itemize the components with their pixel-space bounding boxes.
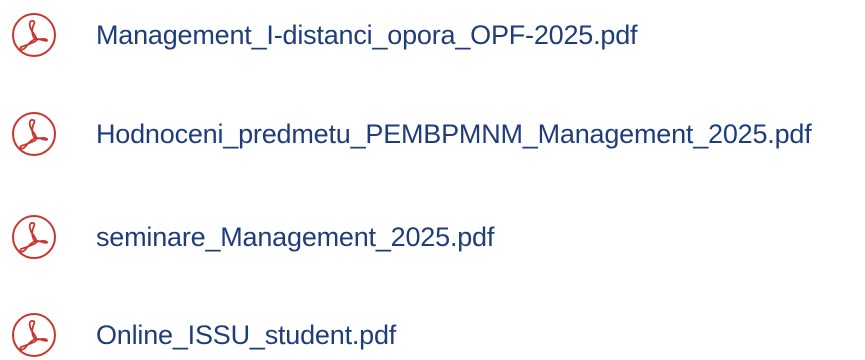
- pdf-icon: [10, 311, 58, 359]
- file-list: Management_I-distanci_opora_OPF-2025.pdf…: [0, 0, 865, 358]
- file-name[interactable]: seminare_Management_2025.pdf: [96, 212, 494, 262]
- file-name[interactable]: Online_ISSU_student.pdf: [96, 310, 396, 360]
- file-link-seminare[interactable]: seminare_Management_2025.pdf: [10, 212, 494, 262]
- file-link-hodnoceni-predmetu[interactable]: Hodnoceni_predmetu_PEMBPMNM_Management_2…: [10, 109, 812, 159]
- file-link-online-issu[interactable]: Online_ISSU_student.pdf: [10, 310, 396, 360]
- pdf-icon: [10, 11, 58, 59]
- pdf-icon: [10, 213, 58, 261]
- file-name[interactable]: Hodnoceni_predmetu_PEMBPMNM_Management_2…: [96, 109, 812, 159]
- pdf-icon: [10, 110, 58, 158]
- file-name[interactable]: Management_I-distanci_opora_OPF-2025.pdf: [96, 10, 638, 60]
- file-link-management-opora[interactable]: Management_I-distanci_opora_OPF-2025.pdf: [10, 10, 638, 60]
